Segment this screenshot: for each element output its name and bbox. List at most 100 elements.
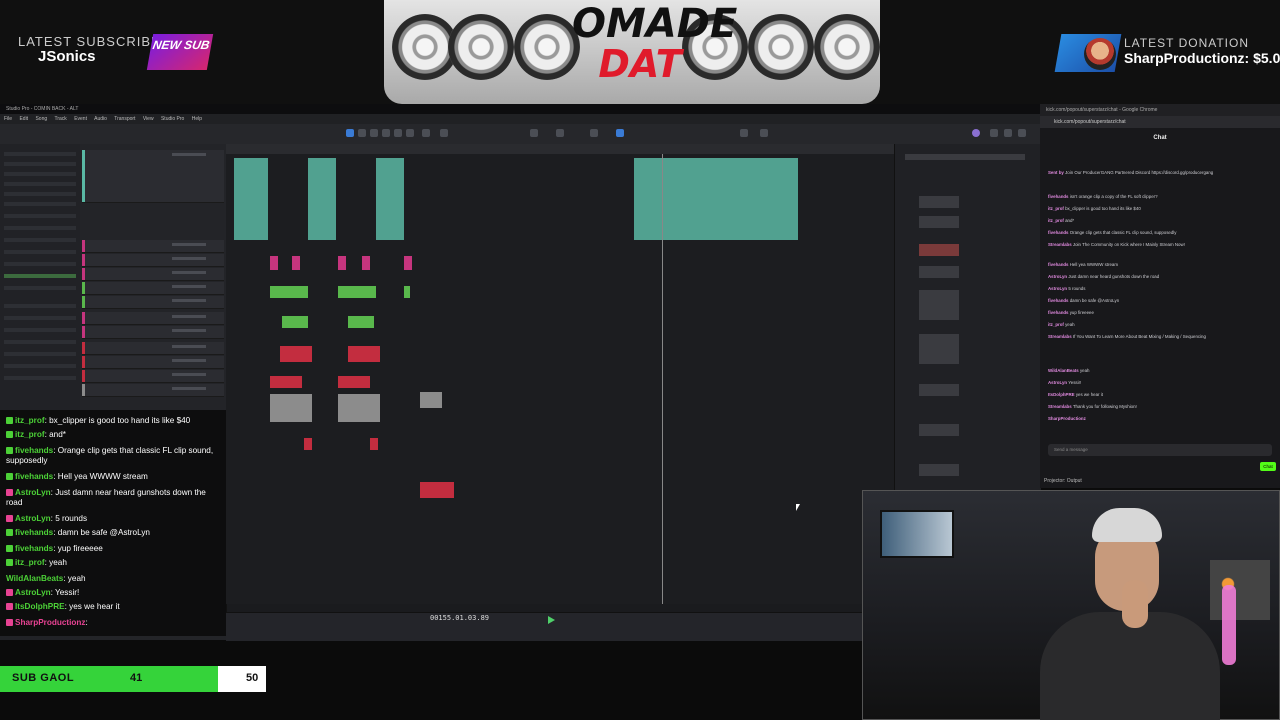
inspector-row[interactable] — [4, 328, 76, 332]
audio-clip[interactable] — [234, 158, 268, 240]
track-header[interactable] — [82, 268, 224, 281]
midi-clip[interactable] — [338, 286, 376, 298]
browser-item[interactable] — [919, 464, 959, 476]
menu-item-studio-pro[interactable]: Studio Pro — [161, 116, 184, 122]
snap-toggle-icon[interactable] — [616, 129, 624, 137]
inspector-row[interactable] — [4, 214, 76, 218]
browser-item[interactable] — [919, 216, 959, 228]
menu-item-edit[interactable]: Edit — [19, 116, 28, 122]
track-header[interactable] — [82, 356, 224, 369]
listen-tool-icon[interactable] — [440, 129, 448, 137]
track-header[interactable] — [82, 384, 224, 397]
play-icon[interactable] — [548, 616, 555, 624]
chat-message-input[interactable]: Send a message — [1048, 444, 1272, 456]
midi-clip[interactable] — [370, 438, 378, 450]
timebase-select[interactable] — [556, 129, 564, 137]
split-tool-icon[interactable] — [370, 129, 378, 137]
chat-address-bar[interactable]: kick.com/popout/superstarz/chat — [1040, 116, 1280, 128]
inspector-row[interactable] — [4, 352, 76, 356]
inspector-row[interactable] — [4, 340, 76, 344]
midi-clip[interactable] — [404, 256, 412, 270]
midi-clip[interactable] — [404, 286, 410, 298]
midi-clip[interactable] — [362, 256, 370, 270]
midi-clip[interactable] — [338, 376, 370, 388]
browser-item[interactable] — [919, 334, 959, 364]
audio-clip[interactable] — [634, 158, 798, 240]
audio-clip[interactable] — [270, 394, 312, 422]
browser-item[interactable] — [919, 266, 959, 278]
inspector-row[interactable] — [4, 182, 76, 186]
menu-item-song[interactable]: Song — [35, 116, 47, 122]
track-header[interactable] — [82, 240, 224, 253]
audio-clip[interactable] — [308, 158, 336, 240]
settings-icon[interactable] — [990, 129, 998, 137]
timeline-ruler[interactable] — [226, 144, 894, 154]
inspector-row[interactable] — [4, 316, 76, 320]
browser-item[interactable] — [919, 244, 959, 256]
midi-clip[interactable] — [348, 346, 380, 362]
midi-clip[interactable] — [304, 438, 312, 450]
browser-item[interactable] — [919, 290, 959, 320]
view-toggle-icon[interactable] — [1018, 129, 1026, 137]
inspector-row[interactable] — [4, 250, 76, 254]
account-icon[interactable] — [972, 129, 980, 137]
track-header[interactable] — [82, 150, 224, 203]
inspector-row[interactable] — [4, 172, 76, 176]
browser-item[interactable] — [919, 196, 959, 208]
menu-item-view[interactable]: View — [143, 116, 154, 122]
playhead[interactable] — [662, 154, 663, 604]
inspector-row[interactable] — [4, 274, 76, 278]
inspector-row[interactable] — [4, 152, 76, 156]
inspector-row[interactable] — [4, 238, 76, 242]
inspector-row[interactable] — [4, 202, 76, 206]
midi-clip[interactable] — [270, 256, 278, 270]
mute-tool-icon[interactable] — [406, 129, 414, 137]
track-header[interactable] — [82, 312, 224, 325]
midi-clip[interactable] — [348, 316, 374, 328]
audio-clip[interactable] — [338, 394, 380, 422]
audio-clip[interactable] — [420, 392, 442, 408]
midi-clip[interactable] — [292, 256, 300, 270]
track-header[interactable] — [82, 342, 224, 355]
midi-clip[interactable] — [270, 286, 308, 298]
track-header[interactable] — [82, 326, 224, 339]
chat-send-button[interactable]: Chat — [1260, 462, 1276, 471]
inspector-row[interactable] — [4, 286, 76, 290]
view-toggle-icon[interactable] — [1004, 129, 1012, 137]
inspector-row[interactable] — [4, 162, 76, 166]
inspector-row[interactable] — [4, 226, 76, 230]
midi-clip[interactable] — [420, 482, 454, 498]
track-header[interactable] — [82, 282, 224, 295]
midi-clip[interactable] — [280, 346, 312, 362]
inspector-row[interactable] — [4, 262, 76, 266]
track-header[interactable] — [82, 254, 224, 267]
midi-clip[interactable] — [338, 256, 346, 270]
menu-item-help[interactable]: Help — [192, 116, 202, 122]
midi-clip[interactable] — [282, 316, 308, 328]
inspector-row[interactable] — [4, 192, 76, 196]
browser-item[interactable] — [919, 424, 959, 436]
audio-clip[interactable] — [376, 158, 404, 240]
inspector-row[interactable] — [4, 376, 76, 380]
snap-select[interactable] — [590, 129, 598, 137]
track-header[interactable] — [82, 370, 224, 383]
menu-item-file[interactable]: File — [4, 116, 12, 122]
quantize-select[interactable] — [530, 129, 538, 137]
grid-icon[interactable] — [740, 129, 748, 137]
browser-item[interactable] — [919, 384, 959, 396]
inspector-row[interactable] — [4, 364, 76, 368]
inspector-row[interactable] — [4, 304, 76, 308]
menu-item-track[interactable]: Track — [54, 116, 66, 122]
browser-tabs[interactable] — [905, 154, 1025, 160]
track-header[interactable] — [82, 296, 224, 309]
eraser-tool-icon[interactable] — [382, 129, 390, 137]
paint-tool-icon[interactable] — [394, 129, 402, 137]
bend-tool-icon[interactable] — [422, 129, 430, 137]
layout-icon[interactable] — [760, 129, 768, 137]
arrow-tool-icon[interactable] — [346, 129, 354, 137]
menu-item-transport[interactable]: Transport — [114, 116, 135, 122]
menu-item-event[interactable]: Event — [74, 116, 87, 122]
menu-item-audio[interactable]: Audio — [94, 116, 107, 122]
midi-clip[interactable] — [270, 376, 302, 388]
range-tool-icon[interactable] — [358, 129, 366, 137]
